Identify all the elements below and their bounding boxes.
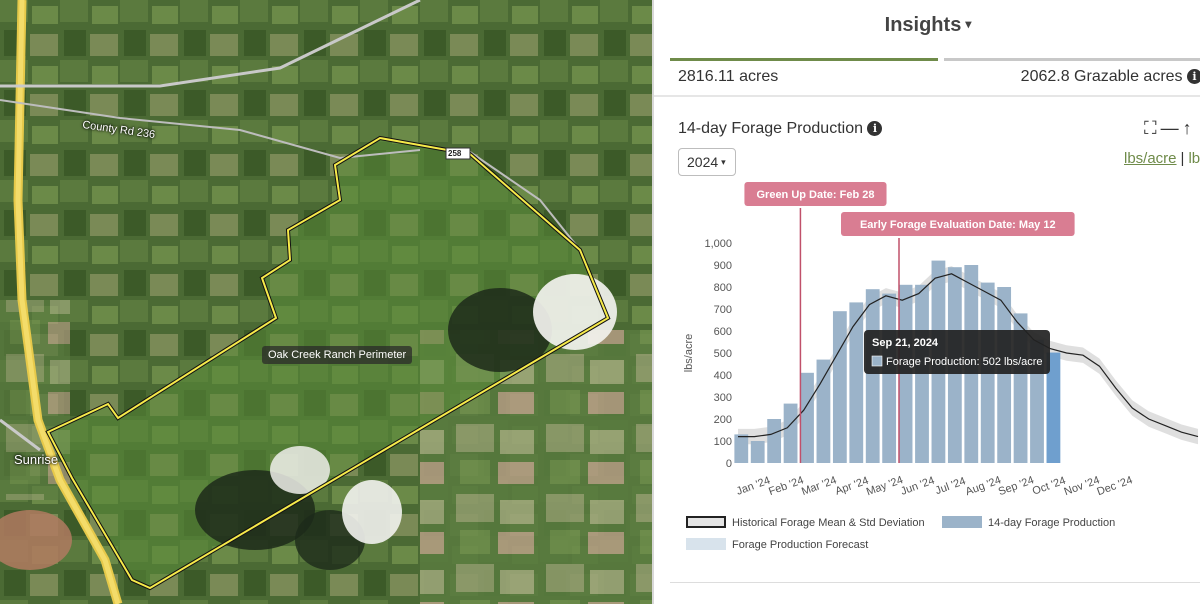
arrow-up-icon[interactable]: ↑ [1183,118,1196,138]
insights-title: Insights [884,14,962,36]
cloud [342,480,402,544]
tab-indicator-inactive[interactable] [944,58,1200,61]
x-tick-label: Jun '24 [899,475,936,498]
forage-bar[interactable] [750,441,765,463]
info-icon[interactable]: i [1187,69,1200,84]
divider [654,95,1200,97]
forage-title: 14-day Forage Production [678,120,863,137]
minimize-icon[interactable]: — [1161,118,1183,138]
legend-swatch-14day [942,516,982,528]
legend-label-14day: 14-day Forage Production [988,517,1116,529]
legend-label-historical: Historical Forage Mean & Std Deviation [732,517,925,529]
y-tick-label: 800 [714,282,732,294]
y-tick-label: 200 [714,414,732,426]
divider [670,582,1200,583]
forage-chart[interactable]: 0 100 200 300 400 500 600 700 800 900 1,000 lbs/acr… [678,176,1200,506]
insights-panel: Insights ▾ 2816.11 acres 2062.8 Grazable … [652,0,1200,604]
tooltip-value: Forage Production: 502 lbs/acre [886,356,1043,368]
x-tick-label: Jul '24 [934,475,968,497]
y-tick-label: 700 [714,304,732,316]
unit-toggle: lbs/acre | lb [1124,150,1200,167]
legend-item-14day[interactable]: 14-day Forage Production [942,516,1115,529]
year-select-value: 2024 [687,154,719,170]
forage-bar[interactable] [734,434,749,463]
forage-bar[interactable] [816,359,831,463]
fullscreen-icon[interactable]: ⛶ [1144,118,1161,138]
legend-label-forecast: Forage Production Forecast [732,539,869,551]
y-tick-label: 300 [714,392,732,404]
forage-section-header: 14-day Forage Production i [678,120,883,138]
legend-swatch-historical [686,516,726,528]
town-label-sunrise: Sunrise [14,452,59,467]
forage-bar[interactable] [783,403,798,463]
legend-swatch-forecast [686,538,726,550]
unit-lb[interactable]: lb [1188,150,1200,167]
y-axis-label: lbs/acre [683,334,695,373]
grazable-acres: 2062.8 Grazable acres [1020,68,1183,85]
tooltip-swatch [871,355,883,367]
legend-item-forecast[interactable]: Forage Production Forecast [686,538,868,551]
grazable-acres-row: 2062.8 Grazable acres i [1021,68,1200,86]
y-tick-label: 0 [726,458,732,470]
chevron-down-icon: ▾ [965,17,972,31]
y-tick-label: 500 [714,348,732,360]
forage-bar[interactable] [767,419,782,463]
chart-tools: ⛶—↑ [1144,118,1196,139]
satellite-map[interactable]: County Rd 236 258 Sunrise Oak Creek Ranc… [0,0,652,604]
unit-lbs-acre[interactable]: lbs/acre [1124,150,1177,167]
year-select[interactable]: 2024 ▾ [678,148,736,176]
x-tick-label: Dec '24 [1095,474,1134,498]
total-acres: 2816.11 acres [678,68,779,85]
info-icon[interactable]: i [867,121,883,136]
tooltip-date: Sep 21, 2024 [872,337,939,349]
insights-dropdown[interactable]: Insights ▾ [654,14,1200,37]
y-tick-label: 1,000 [704,238,732,250]
forage-bar[interactable] [882,293,897,463]
y-tick-label: 600 [714,326,732,338]
tab-indicator-active[interactable] [670,58,938,61]
y-tick-label: 400 [714,370,732,382]
forage-bar[interactable] [997,287,1012,463]
forage-bar[interactable] [849,302,864,463]
y-tick-label: 900 [714,260,732,272]
y-tick-label: 100 [714,436,732,448]
app-root: County Rd 236 258 Sunrise Oak Creek Ranc… [0,0,1200,604]
map-canvas[interactable] [0,0,652,604]
forage-bar[interactable] [832,311,847,463]
marker-label: Early Forage Evaluation Date: May 12 [860,219,1056,231]
chevron-down-icon: ▾ [721,157,726,167]
perimeter-label[interactable]: Oak Creek Ranch Perimeter [262,346,413,364]
x-tick-label: Mar '24 [800,474,838,498]
forage-bar[interactable] [800,372,814,463]
forage-bar[interactable] [865,289,880,463]
route-shield-label: 258 [448,149,462,158]
legend-item-historical[interactable]: Historical Forage Mean & Std Deviation [686,516,925,529]
marker-label: Green Up Date: Feb 28 [756,189,874,201]
